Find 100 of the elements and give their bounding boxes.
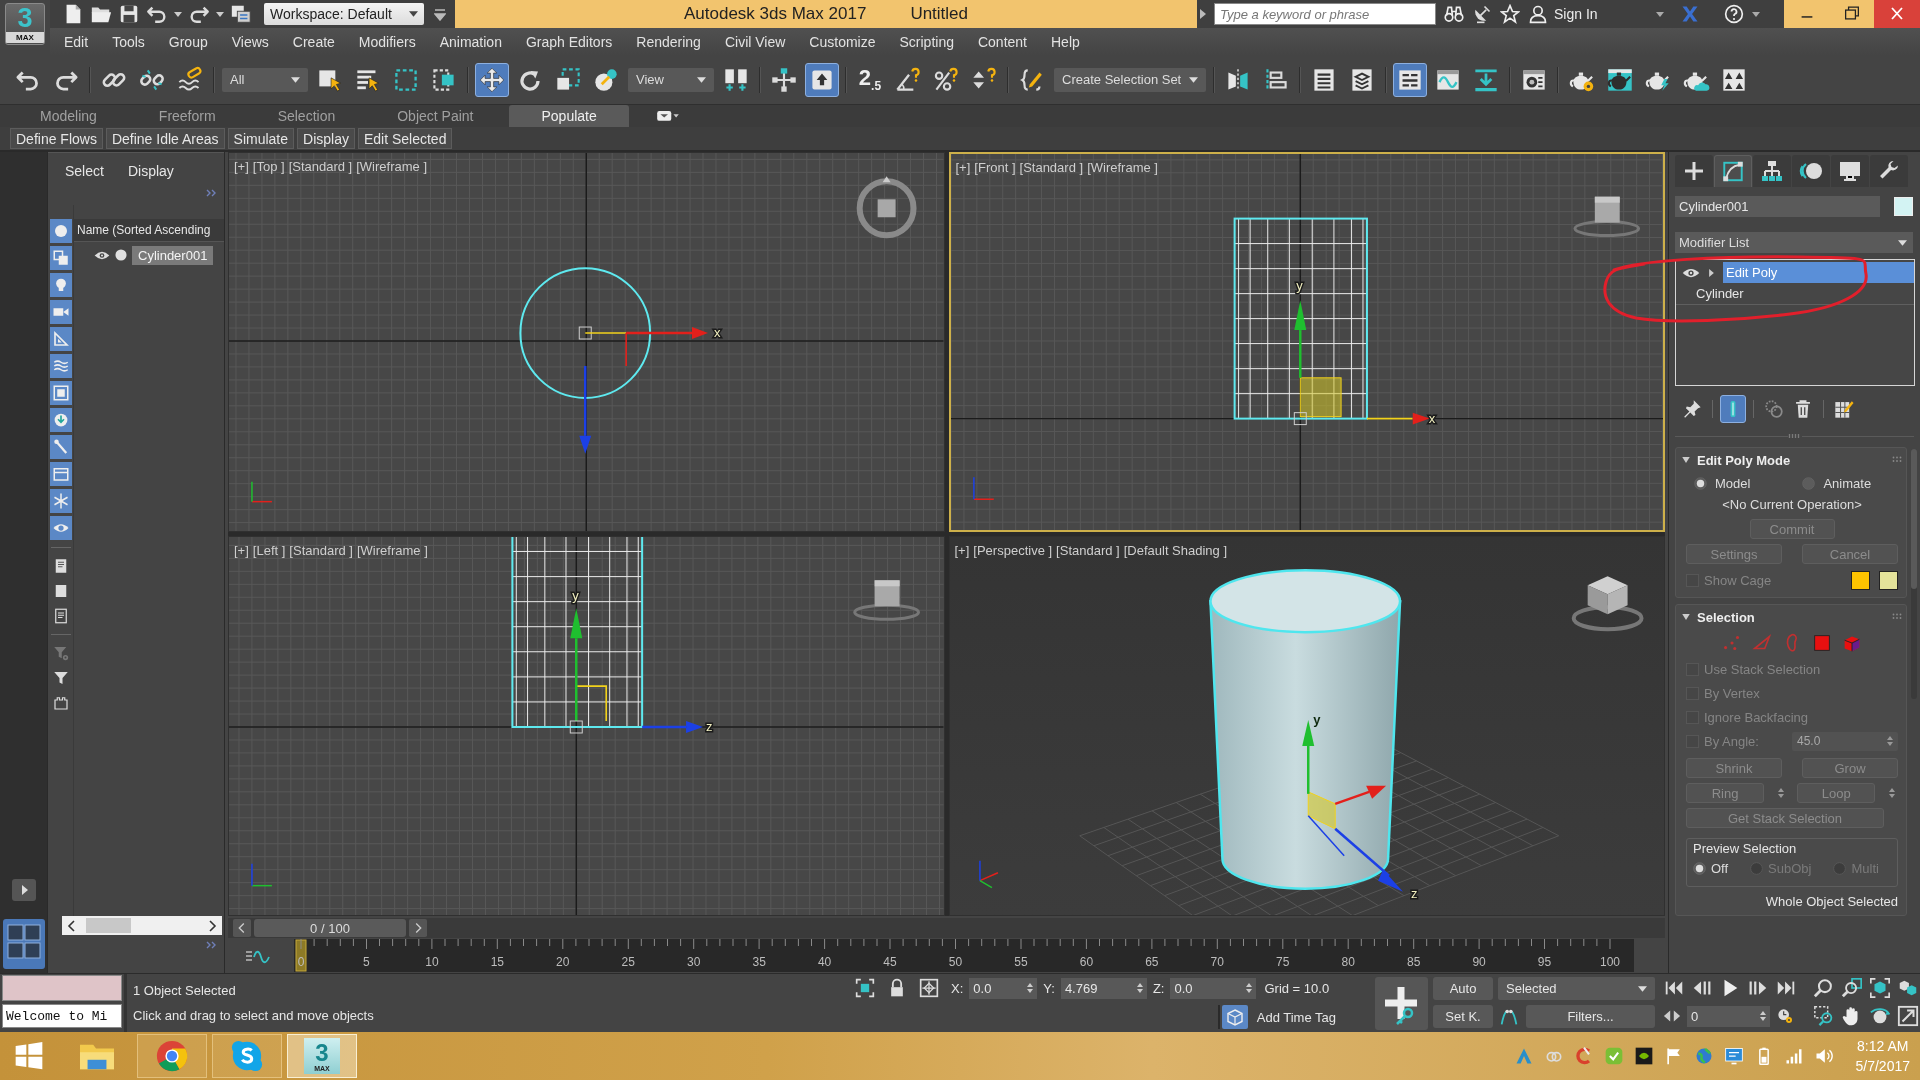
spinner-arrows-icon[interactable] [1887, 736, 1893, 746]
caret-icon[interactable] [1655, 11, 1664, 17]
viewport-menu-label[interactable]: [Standard ] [1056, 543, 1120, 558]
selection-filter-dropdown[interactable]: All [222, 67, 308, 92]
menu-item[interactable]: Help [1039, 33, 1092, 50]
crosshair-square-icon[interactable] [919, 978, 939, 998]
ribbon-panel-button[interactable]: Simulate [227, 128, 294, 149]
color-swatch[interactable] [1879, 570, 1898, 590]
save-icon[interactable] [118, 3, 140, 25]
time-slider-thumb[interactable]: 0 / 100 [254, 919, 406, 937]
chevron-right-icon[interactable] [409, 919, 427, 937]
stick-icon[interactable] [49, 435, 72, 459]
leaf-badge-icon[interactable] [1633, 1046, 1654, 1066]
light-bulb-icon[interactable] [49, 273, 72, 297]
coordinate-field[interactable]: 4.769 [1060, 977, 1147, 999]
circle-arcs-icon[interactable] [1792, 155, 1830, 187]
menu-item[interactable]: Scripting [887, 33, 966, 50]
viewport-menu-label[interactable]: [+] [234, 543, 249, 558]
camera-icon[interactable] [49, 300, 72, 324]
menu-item[interactable]: Graph Editors [513, 33, 625, 50]
radio-option[interactable]: Off [1693, 860, 1729, 876]
menu-item[interactable]: Edit [52, 33, 101, 50]
time-marker[interactable] [295, 939, 307, 972]
chevron-left-icon[interactable] [233, 919, 251, 937]
diagonal-arrow-square-icon[interactable] [1897, 1005, 1919, 1027]
plus-icon[interactable] [1675, 155, 1713, 187]
help-icon[interactable] [1723, 4, 1744, 24]
sign-in-button[interactable]: Sign In [1528, 4, 1598, 24]
caret-icon[interactable] [216, 11, 224, 17]
viewport[interactable]: y x [+] [Front ] [Standard ] [Wireframe ] [948, 152, 1665, 532]
radio-option[interactable]: Model [1694, 475, 1751, 491]
rollout-header[interactable]: Edit Poly Mode [1676, 448, 1906, 472]
spinner-arrows-icon[interactable] [1027, 983, 1034, 993]
view-cube[interactable] [853, 580, 921, 621]
viewport-menu-label[interactable]: [Front ] [974, 160, 1016, 175]
view-cube[interactable] [1571, 576, 1644, 632]
viewport-menu-label[interactable]: [Top ] [252, 159, 285, 174]
ribbon-panel-button[interactable]: Define Idle Areas [105, 128, 225, 149]
current-frame-field[interactable]: 0 [1687, 1005, 1770, 1027]
eye-icon[interactable] [1682, 266, 1700, 279]
monitor-icon[interactable] [1831, 155, 1869, 187]
hierarchy-icon[interactable] [1753, 155, 1791, 187]
tube-icon[interactable] [1720, 395, 1746, 423]
menu-item[interactable]: Animation [427, 33, 514, 50]
up-arrow-box-icon[interactable] [805, 62, 839, 97]
modifier-item[interactable]: Cylinder [1676, 283, 1914, 304]
viewport-menu-label[interactable]: [Wireframe ] [1087, 160, 1158, 175]
four-panes-icon[interactable] [2, 919, 45, 969]
satellite-dish-icon[interactable] [1472, 4, 1492, 24]
viewport-menu-label[interactable]: [Perspective ] [973, 543, 1053, 558]
box-outline-icon[interactable] [49, 462, 72, 486]
viewport-menu-label[interactable]: [Standard ] [1019, 160, 1084, 175]
ribbon-tab[interactable]: Selection [251, 105, 362, 127]
viewport-menu-label[interactable]: [Standard ] [288, 159, 353, 174]
view-cube[interactable] [1572, 196, 1640, 237]
bracketed-square-icon[interactable] [855, 978, 875, 998]
selection-set-dropdown[interactable]: Create Selection Set [1054, 67, 1206, 92]
magnifier-icon[interactable] [1813, 977, 1835, 999]
ribbon-tab[interactable]: Object Paint [371, 105, 500, 127]
coordinate-field[interactable]: 0.0 [969, 977, 1038, 999]
ribbon-tab[interactable]: Populate [509, 105, 629, 127]
ribbon-tab[interactable]: Modeling [14, 105, 123, 127]
ribbon-tab[interactable]: Freeform [132, 105, 242, 127]
viewport-menu-label[interactable]: [Wireframe ] [356, 543, 428, 558]
search-field[interactable]: Type a keyword or phrase [1214, 3, 1436, 25]
dropdown-badge-icon[interactable] [656, 109, 679, 123]
wrench-icon[interactable] [1870, 155, 1908, 187]
coordinate-field[interactable]: 0.0 [1170, 977, 1257, 999]
script-output-field[interactable]: Welcome to Mi [2, 1004, 122, 1028]
double-triangle-icon[interactable] [1663, 1008, 1681, 1024]
key-filters-button[interactable]: Filters... [1526, 1005, 1655, 1028]
vertical-scrollbar[interactable] [1911, 449, 1917, 699]
dot-icon[interactable] [115, 249, 127, 261]
double-chevron-icon[interactable] [206, 189, 218, 197]
app-menu-button[interactable]: 3 MAX [5, 3, 45, 45]
menu-item[interactable]: Create [280, 33, 347, 50]
script-input-field[interactable] [2, 975, 122, 1001]
spinner-arrows-icon[interactable] [1246, 983, 1253, 993]
menu-item[interactable]: Views [219, 33, 281, 50]
track-bar-ruler[interactable]: 0 5 10 15 20 25 30 35 40 45 50 55 60 65 70 75 80 85 90 95 100 [294, 939, 1634, 972]
menu-item[interactable]: Content [965, 33, 1039, 50]
eye-icon[interactable] [94, 249, 110, 261]
menu-item[interactable]: Civil View [712, 33, 798, 50]
scrollbar-thumb[interactable] [86, 918, 131, 933]
object-name-field[interactable]: Cylinder001 [1675, 196, 1880, 217]
stacked-windows-icon[interactable] [230, 3, 252, 25]
eye-icon[interactable] [49, 516, 72, 540]
caret-icon[interactable] [174, 11, 182, 17]
horizontal-scrollbar[interactable] [62, 916, 222, 935]
set-square-icon[interactable] [49, 327, 72, 351]
ribbon-panel-button[interactable]: Display [297, 128, 355, 149]
modifier-item[interactable]: Edit Poly [1723, 262, 1914, 283]
monitor-icon[interactable] [1723, 1046, 1744, 1066]
close-icon[interactable] [1874, 0, 1920, 28]
object-name[interactable]: Cylinder001 [132, 245, 214, 265]
explorer-menu[interactable]: Display [127, 163, 174, 179]
panel-layout-icon[interactable] [1393, 62, 1427, 97]
curve-square-icon[interactable] [1714, 155, 1752, 187]
color-swatch[interactable] [1851, 570, 1870, 590]
compass[interactable] [856, 176, 917, 239]
